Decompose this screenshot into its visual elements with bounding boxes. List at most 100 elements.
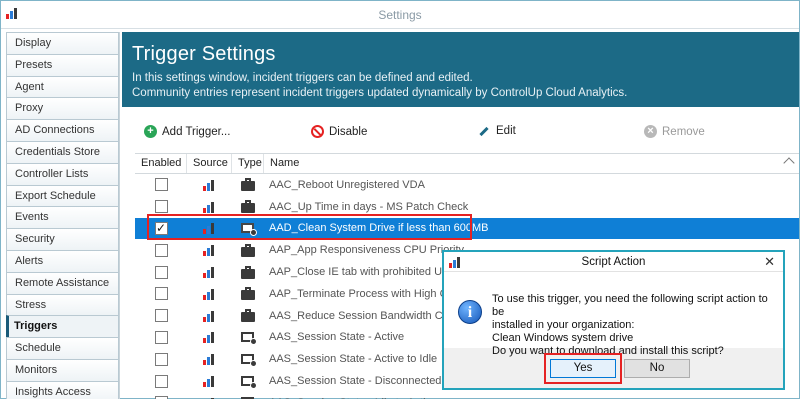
briefcase-icon [240, 309, 256, 323]
add-icon: + [144, 125, 157, 138]
community-source-icon [202, 201, 217, 213]
sidebar-item-display[interactable]: Display [6, 32, 119, 54]
enabled-cell [135, 178, 187, 192]
header-description-line1: In this settings window, incident trigge… [132, 72, 473, 84]
close-icon[interactable]: ✕ [764, 252, 775, 272]
column-header-source[interactable]: Source [187, 154, 232, 173]
enabled-cell [135, 374, 187, 388]
page-title: Trigger Settings [132, 43, 276, 65]
community-source-icon [202, 375, 217, 388]
disable-label: Disable [329, 125, 368, 138]
community-source-icon [202, 266, 217, 279]
remove-label: Remove [662, 125, 705, 138]
type-cell [232, 265, 264, 279]
enabled-checkbox[interactable] [154, 352, 168, 366]
dialog-title-bar: Script Action ✕ [444, 252, 783, 272]
sidebar-item-presets[interactable]: Presets [6, 53, 119, 76]
grid-header: Enabled Source Type Name [135, 154, 799, 174]
no-button[interactable]: No [624, 359, 690, 378]
sidebar-item-monitors[interactable]: Monitors [6, 358, 119, 381]
source-cell [187, 266, 232, 279]
type-cell [232, 243, 264, 257]
source-cell [187, 201, 232, 213]
briefcase-icon [240, 243, 256, 257]
sidebar-item-security[interactable]: Security [6, 228, 119, 250]
add-trigger-button[interactable]: + Add Trigger... [144, 125, 230, 138]
community-source-icon [202, 244, 217, 257]
community-source-icon [202, 331, 217, 344]
table-row[interactable]: AAC_Reboot Unregistered VDA [135, 174, 799, 196]
session-screen-icon [240, 353, 257, 367]
source-cell [187, 375, 232, 388]
enabled-cell [135, 200, 187, 214]
sidebar-item-alerts[interactable]: Alerts [6, 249, 119, 272]
trigger-name: AAC_Up Time in days - MS Patch Check [269, 200, 469, 213]
source-cell [187, 353, 232, 366]
table-row[interactable]: AAS_Session State - Idle to Active [135, 392, 799, 399]
source-cell [187, 310, 232, 322]
title-bar: Settings [1, 1, 799, 29]
enabled-checkbox[interactable] [154, 200, 168, 214]
disable-button[interactable]: Disable [311, 125, 367, 138]
community-source-icon [202, 353, 217, 366]
enabled-checkbox[interactable] [154, 309, 168, 323]
community-source-icon [202, 288, 217, 300]
enabled-cell [135, 265, 187, 279]
enabled-cell [135, 287, 187, 301]
sidebar-item-remote-assistance[interactable]: Remote Assistance [6, 271, 119, 294]
sidebar-item-insights-access[interactable]: Insights Access [6, 380, 119, 399]
sidebar-item-export-schedule[interactable]: Export Schedule [6, 184, 119, 207]
dialog-message-line1: To use this trigger, you need the follow… [492, 293, 768, 318]
sidebar-item-agent[interactable]: Agent [6, 75, 119, 98]
sidebar-item-triggers[interactable]: Triggers [6, 315, 119, 338]
column-header-name[interactable]: Name [264, 154, 799, 173]
edit-label: Edit [496, 125, 516, 137]
enabled-cell [135, 309, 187, 323]
briefcase-icon [240, 287, 256, 301]
enabled-checkbox[interactable] [154, 243, 168, 257]
type-cell [232, 200, 264, 214]
header-description-line2: Community entries represent incident tri… [132, 87, 628, 99]
enabled-checkbox[interactable] [154, 330, 168, 344]
window-title: Settings [378, 8, 422, 22]
settings-window: Settings Display Presets Agent Proxy AD Conn… [0, 0, 800, 399]
enabled-checkbox[interactable] [154, 374, 168, 388]
column-header-type[interactable]: Type [232, 154, 264, 173]
source-cell [187, 331, 232, 344]
sidebar-item-proxy[interactable]: Proxy [6, 97, 119, 120]
remove-button[interactable]: × Remove [644, 125, 705, 138]
dialog-body: i To use this trigger, you need the foll… [444, 272, 783, 357]
sidebar-item-schedule[interactable]: Schedule [6, 337, 119, 359]
source-cell [187, 244, 232, 257]
info-icon: i [458, 300, 482, 324]
enabled-cell [135, 330, 187, 344]
enabled-cell [135, 352, 187, 366]
sidebar-item-events[interactable]: Events [6, 206, 119, 229]
pencil-icon [479, 126, 489, 136]
briefcase-icon [240, 265, 256, 279]
session-screen-icon [240, 331, 257, 345]
add-trigger-label: Add Trigger... [162, 125, 231, 138]
type-cell [232, 331, 264, 345]
type-cell [232, 309, 264, 323]
sidebar-item-ad-connections[interactable]: AD Connections [6, 119, 119, 141]
enabled-checkbox[interactable] [154, 178, 168, 192]
community-source-icon [202, 179, 217, 191]
settings-sidebar: Display Presets Agent Proxy AD Connections Cr… [6, 32, 120, 399]
sidebar-item-controller-lists[interactable]: Controller Lists [6, 162, 119, 185]
disable-icon [311, 125, 324, 138]
enabled-checkbox[interactable] [154, 287, 168, 301]
sidebar-item-stress[interactable]: Stress [6, 293, 119, 316]
sidebar-item-credentials-store[interactable]: Credentials Store [6, 140, 119, 163]
page-header: Trigger Settings In this settings window… [122, 32, 799, 107]
enabled-checkbox[interactable] [154, 265, 168, 279]
selected-row-highlight [147, 214, 472, 240]
source-cell [187, 179, 232, 191]
source-cell [187, 288, 232, 300]
session-screen-icon [240, 375, 257, 389]
edit-button[interactable]: Edit [479, 125, 516, 137]
yes-button[interactable]: Yes [550, 359, 616, 378]
column-header-enabled[interactable]: Enabled [135, 154, 187, 173]
community-source-icon [202, 310, 217, 322]
type-cell [232, 375, 264, 389]
